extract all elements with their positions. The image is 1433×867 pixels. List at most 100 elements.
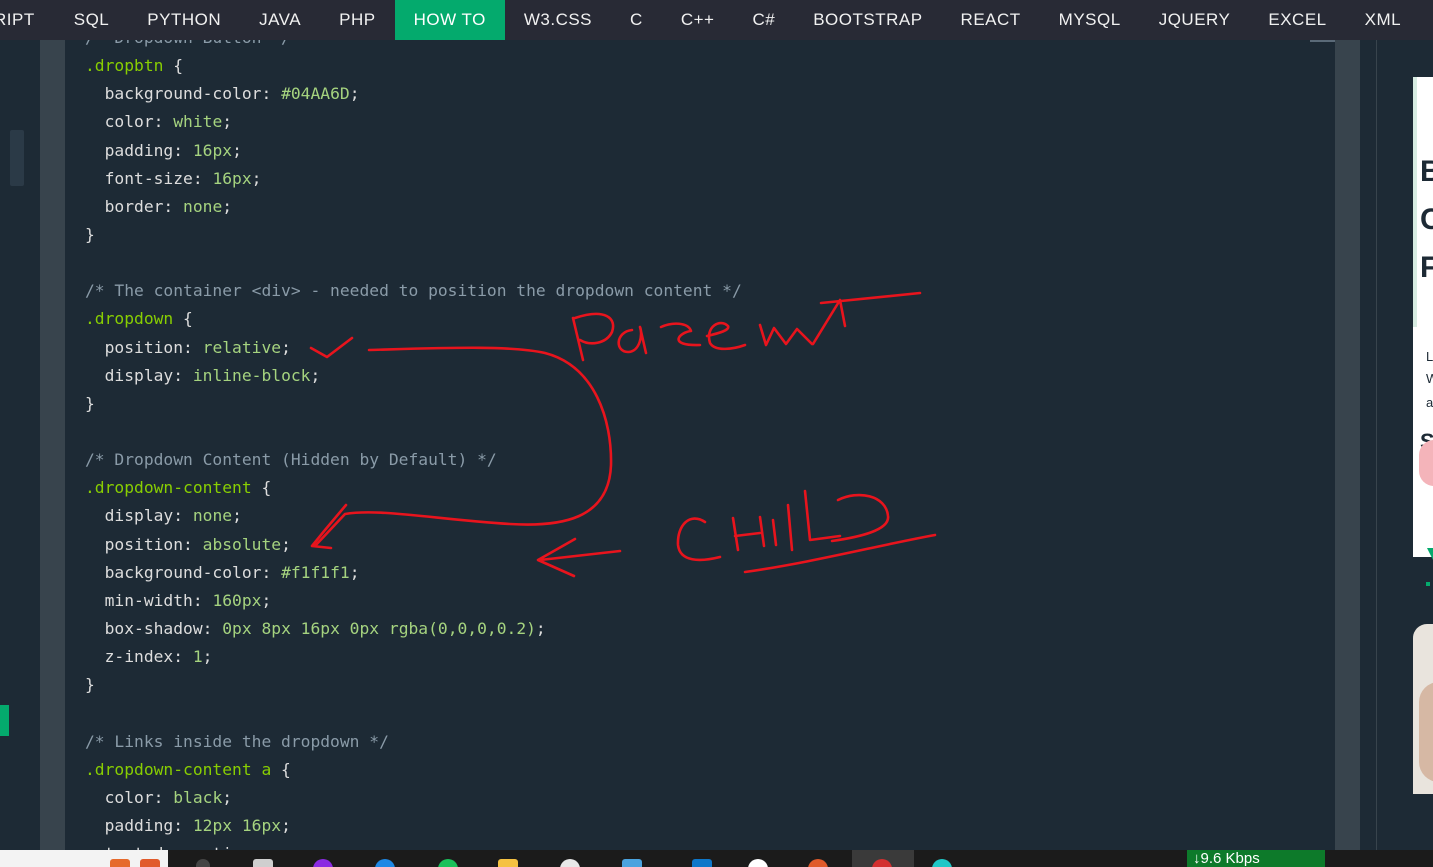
app-icon[interactable] — [932, 859, 952, 867]
network-speed-indicator: ↓9.6 Kbps — [1187, 850, 1325, 867]
ad-photo — [1413, 624, 1433, 794]
nav-item-jquery[interactable]: JQUERY — [1140, 0, 1250, 40]
code-line: /* The container <div> - needed to posit… — [85, 277, 742, 305]
app-icon[interactable] — [196, 859, 210, 867]
code-token: position — [85, 534, 184, 554]
ad-photo-person — [1419, 682, 1433, 782]
code-comment: /* The container <div> - needed to posit… — [85, 281, 742, 301]
sidebar-scrollbar-thumb[interactable] — [10, 130, 24, 186]
app-icon[interactable] — [560, 859, 580, 867]
code-line: font-size: 16px; — [85, 165, 742, 193]
code-token: display — [85, 506, 174, 526]
ad-text-letter: L — [1426, 349, 1433, 364]
code-line: } — [85, 221, 742, 249]
code-line: color: black; — [85, 784, 742, 812]
code-value: #04AA6D — [281, 84, 350, 104]
code-token: : — [183, 534, 203, 554]
nav-item-ript[interactable]: RIPT — [0, 0, 55, 40]
ad-text-letter: W — [1426, 371, 1433, 386]
code-token: color — [85, 787, 154, 807]
code-token: color — [85, 112, 154, 132]
code-token: ; — [310, 365, 321, 385]
code-line: color: white; — [85, 108, 742, 136]
app-icon[interactable] — [748, 859, 768, 867]
code-line: /* Dropdown Button */ — [85, 40, 742, 52]
nav-item-c[interactable]: C++ — [662, 0, 734, 40]
code-token: z-index — [85, 647, 174, 667]
code-selector: .dropdown — [85, 309, 174, 329]
code-token: position — [85, 337, 184, 357]
code-value: white — [173, 112, 223, 132]
code-token: background-color — [85, 84, 262, 104]
code-token: : — [153, 112, 174, 132]
nav-item-c[interactable]: C# — [733, 0, 794, 40]
code-token: { — [163, 56, 184, 76]
app-icon[interactable] — [438, 859, 458, 867]
code-token: { — [173, 309, 193, 329]
code-token: padding — [85, 815, 174, 835]
code-token: ; — [222, 196, 233, 216]
ad-logo-icon — [1427, 548, 1433, 560]
app-icon[interactable] — [808, 859, 828, 867]
code-token: ; — [281, 815, 291, 835]
ad-heading-letter: F — [1420, 251, 1433, 284]
code-token: : — [173, 647, 193, 667]
code-comment: /* Links inside the dropdown */ — [85, 731, 389, 751]
code-value: 1 — [192, 647, 203, 667]
code-value: absolute — [202, 534, 282, 554]
folder-icon[interactable] — [498, 859, 518, 867]
ad-heading-letter: C — [1420, 203, 1433, 236]
code-selector: .dropdown-content a — [85, 759, 272, 779]
code-line: display: inline-block; — [85, 362, 742, 390]
code-token: : — [192, 590, 213, 610]
nav-item-xml[interactable]: XML — [1346, 0, 1420, 40]
ad-button[interactable] — [1419, 440, 1433, 486]
nav-item-c[interactable]: C — [611, 0, 662, 40]
code-value: 16px — [212, 168, 252, 188]
code-token: : — [183, 337, 203, 357]
right-gutter — [1360, 40, 1377, 850]
nav-item-excel[interactable]: EXCEL — [1249, 0, 1345, 40]
nav-item-python[interactable]: PYTHON — [128, 0, 240, 40]
code-value: inline-block — [192, 365, 311, 385]
code-token: : — [202, 618, 223, 638]
nav-item-how-to[interactable]: HOW TO — [394, 0, 505, 40]
code-token: border — [85, 196, 164, 216]
code-value: 12px 16px — [192, 815, 282, 835]
file-app-icon[interactable] — [253, 859, 273, 867]
app-icon[interactable] — [110, 859, 130, 867]
ad-text-letter: a — [1426, 395, 1433, 410]
code-selector: .dropbtn — [85, 56, 164, 76]
code-token: padding — [85, 140, 174, 160]
code-line: position: absolute; — [85, 531, 742, 559]
nav-item-bootstrap[interactable]: BOOTSTRAP — [794, 0, 941, 40]
code-token: ; — [202, 647, 213, 667]
app-icon[interactable] — [375, 859, 395, 867]
code-line: position: relative; — [85, 334, 742, 362]
code-token: font-size — [85, 168, 193, 188]
app-icon[interactable] — [622, 859, 642, 867]
code-line: min-width: 160px; — [85, 587, 742, 615]
code-token: : — [173, 815, 193, 835]
app-icon[interactable] — [140, 859, 160, 867]
code-scroll-indicator — [1310, 40, 1335, 42]
advertisement-panel[interactable]: B C F L W a S — [1377, 40, 1433, 850]
nav-item-php[interactable]: PHP — [320, 0, 394, 40]
code-token: ; — [261, 590, 272, 610]
nav-item-sql[interactable]: SQL — [55, 0, 129, 40]
code-line: .dropdown { — [85, 305, 742, 333]
nav-item-w3-css[interactable]: W3.CSS — [505, 0, 611, 40]
app-icon[interactable] — [692, 859, 712, 867]
code-token: } — [85, 393, 95, 413]
nav-item-react[interactable]: REACT — [942, 0, 1040, 40]
code-token: ; — [535, 618, 546, 638]
code-token: ; — [281, 534, 291, 554]
code-value: 0px 8px 16px 0px rgba(0,0,0,0.2) — [222, 618, 536, 638]
app-icon[interactable] — [313, 859, 333, 867]
ad-logo-dot — [1426, 582, 1430, 586]
nav-item-java[interactable]: JAVA — [240, 0, 320, 40]
nav-item-mysql[interactable]: MYSQL — [1040, 0, 1140, 40]
